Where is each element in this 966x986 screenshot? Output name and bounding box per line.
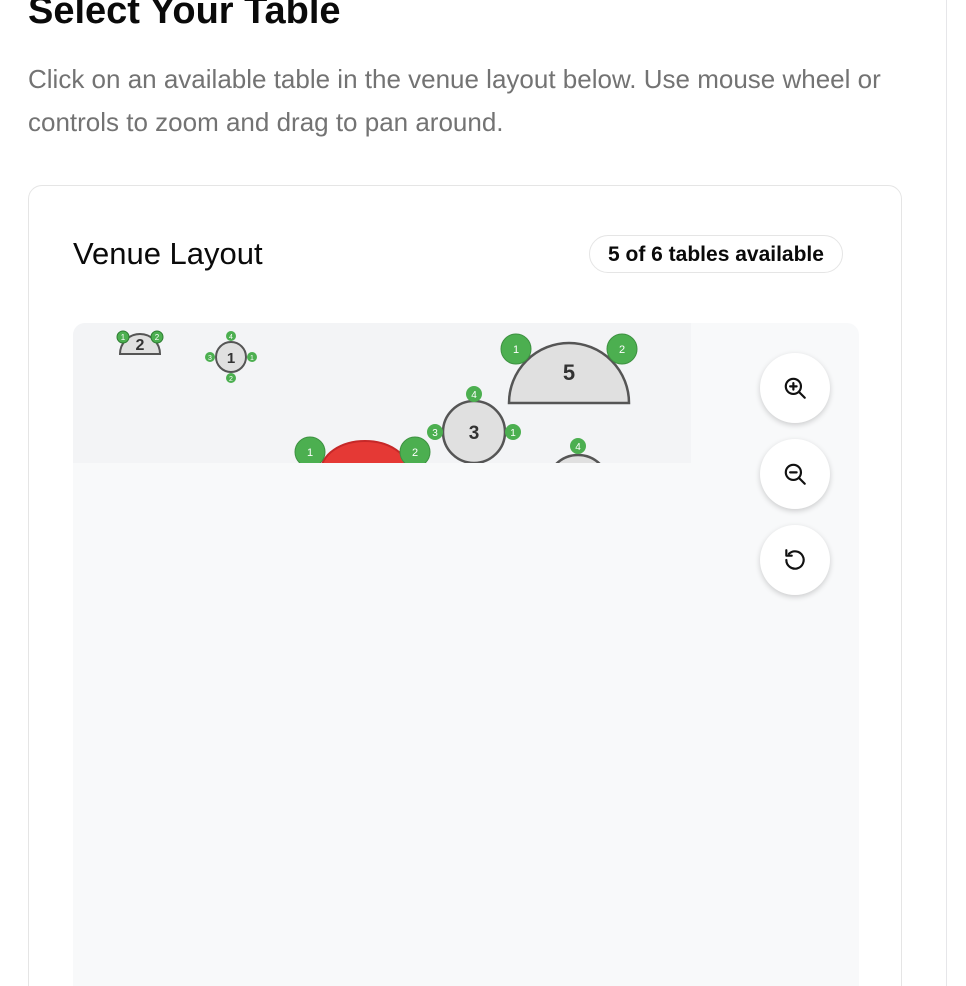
table-partial-shape[interactable] xyxy=(547,453,609,517)
zoom-in-button[interactable] xyxy=(760,353,830,423)
venue-layout-title: Venue Layout xyxy=(73,236,263,271)
venue-layout-card: Venue Layout 5 of 6 tables available 2 1… xyxy=(28,185,902,986)
svg-text:3: 3 xyxy=(208,355,212,362)
seat[interactable]: 1 xyxy=(116,330,130,344)
page: Select Your Table Click on an available … xyxy=(0,0,966,986)
seat[interactable]: 1 xyxy=(505,424,521,440)
seat[interactable]: 1 xyxy=(500,333,532,365)
seat[interactable]: 3 xyxy=(427,424,443,440)
table-2-label: 2 xyxy=(136,337,145,354)
svg-text:2: 2 xyxy=(619,344,625,356)
svg-text:2: 2 xyxy=(229,376,233,383)
svg-text:4: 4 xyxy=(471,390,477,401)
seat: 2 xyxy=(399,436,431,463)
reset-icon xyxy=(785,549,805,570)
svg-text:2: 2 xyxy=(155,333,160,342)
table-unavailable: 1 2 xyxy=(294,436,431,463)
seat: 1 xyxy=(294,436,326,463)
svg-text:2: 2 xyxy=(412,447,418,459)
table-3-label: 3 xyxy=(469,423,480,444)
svg-text:1: 1 xyxy=(121,333,126,342)
zoom-out-icon xyxy=(784,463,806,485)
svg-text:3: 3 xyxy=(432,428,438,439)
table-1-label: 1 xyxy=(227,350,235,367)
seat[interactable]: 2 xyxy=(150,330,164,344)
seat[interactable]: 4 xyxy=(226,331,236,341)
zoom-out-button[interactable] xyxy=(760,439,830,509)
panel-divider xyxy=(946,0,947,986)
page-subtitle: Click on an available table in the venue… xyxy=(28,64,881,137)
svg-text:1: 1 xyxy=(307,447,313,459)
zoom-in-icon xyxy=(784,377,806,399)
seat[interactable]: 2 xyxy=(606,333,638,365)
venue-canvas[interactable]: 2 1 2 1 4 3 1 2 5 1 2 3 4 3 1 1 2 4 xyxy=(73,323,859,986)
svg-text:1: 1 xyxy=(250,355,254,362)
svg-text:4: 4 xyxy=(229,334,233,341)
venue-map[interactable]: 2 1 2 1 4 3 1 2 5 1 2 3 4 3 1 1 2 4 xyxy=(73,323,859,986)
svg-text:1: 1 xyxy=(513,344,519,356)
seat[interactable]: 4 xyxy=(466,386,482,402)
seat[interactable]: 3 xyxy=(205,352,215,362)
availability-badge: 5 of 6 tables available xyxy=(589,235,843,273)
seat[interactable]: 1 xyxy=(247,352,257,362)
svg-text:1: 1 xyxy=(510,428,516,439)
table-5[interactable]: 5 1 2 xyxy=(500,333,638,405)
seat[interactable]: 4 xyxy=(570,438,586,454)
seat[interactable]: 2 xyxy=(226,373,236,383)
page-title: Select Your Table xyxy=(28,0,341,32)
table-5-label: 5 xyxy=(563,360,575,385)
reset-view-button[interactable] xyxy=(760,525,830,595)
svg-text:4: 4 xyxy=(575,442,581,453)
table-2[interactable]: 2 1 2 xyxy=(116,330,164,355)
